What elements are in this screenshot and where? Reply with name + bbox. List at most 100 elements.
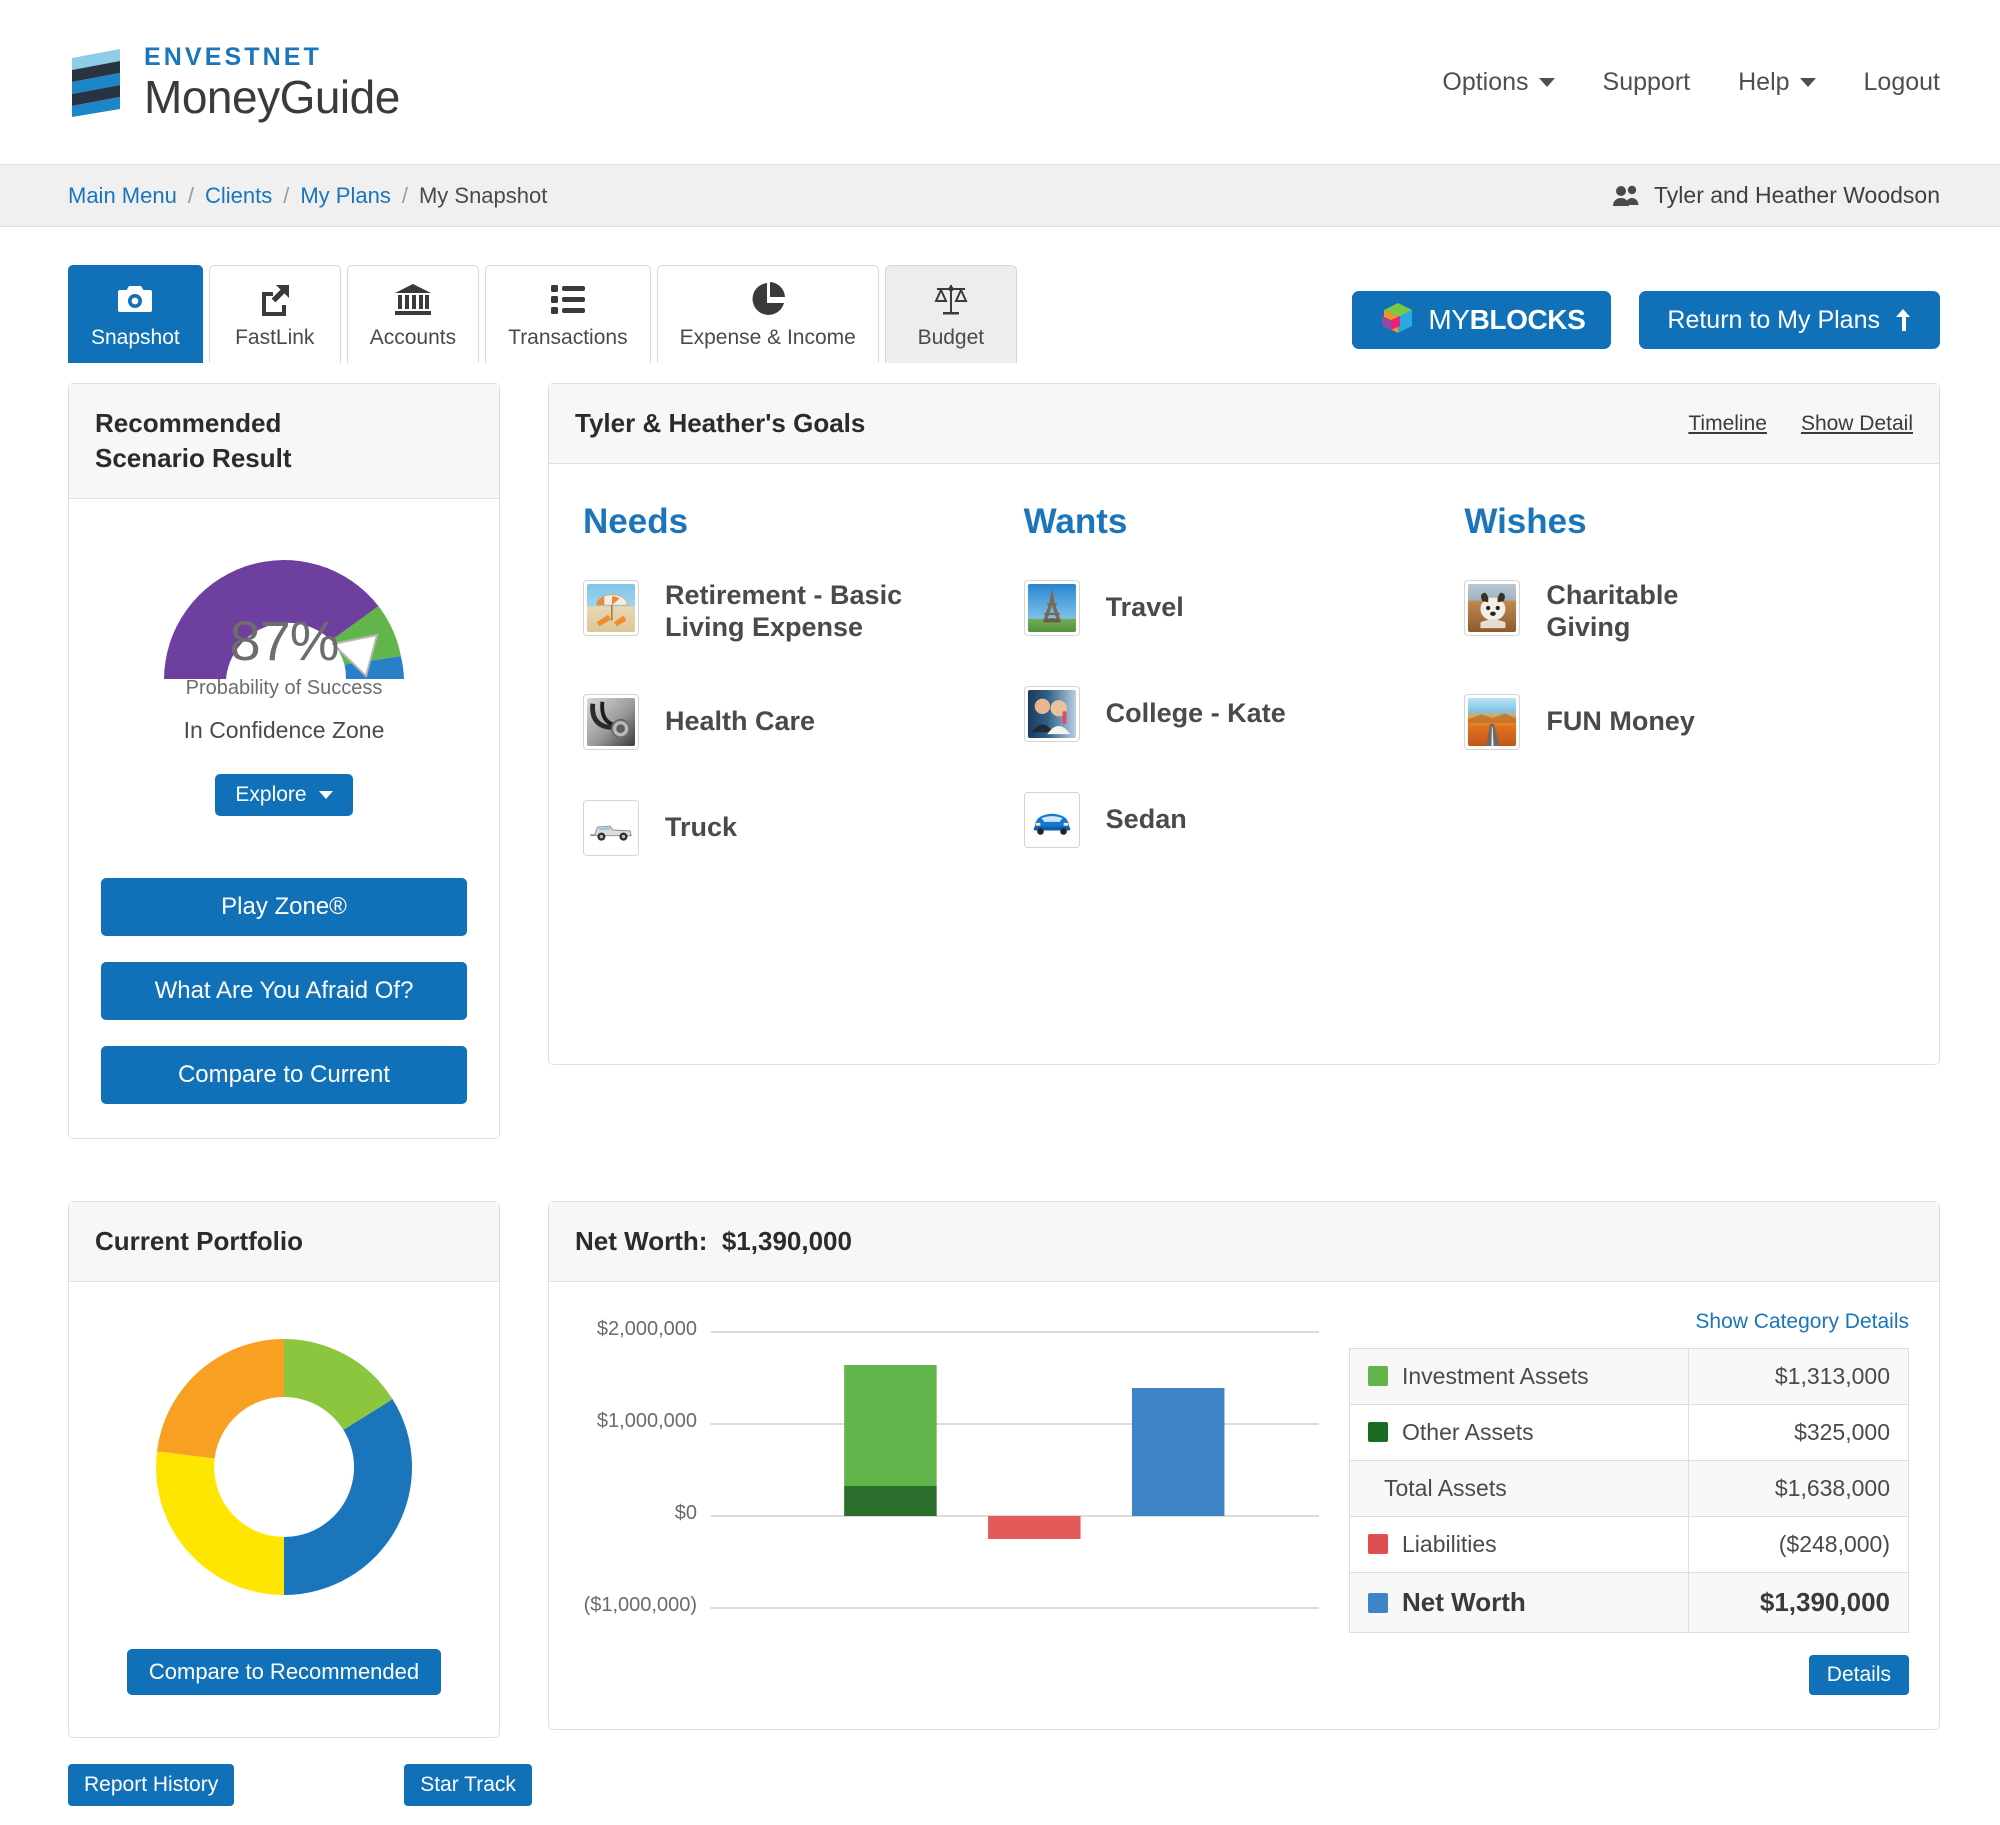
goal-label-charitable-giving: Charitable Giving [1546, 580, 1766, 644]
portfolio-donut-chart [141, 1324, 427, 1610]
show-category-details-link[interactable]: Show Category Details [1349, 1310, 1909, 1334]
client-name-label: Tyler and Heather Woodson [1654, 182, 1940, 209]
chevron-down-icon [1539, 78, 1555, 87]
scenario-panel-header: Recommended Scenario Result [69, 384, 499, 499]
goal-item-sedan[interactable]: Sedan [1024, 792, 1465, 848]
return-button-label: Return to My Plans [1667, 306, 1880, 335]
nav-item-support[interactable]: Support [1603, 68, 1691, 97]
goal-label-health-care: Health Care [665, 706, 815, 738]
pie-chart-icon [751, 280, 785, 318]
show-detail-link[interactable]: Show Detail [1801, 412, 1913, 436]
compare-to-current-button[interactable]: Compare to Current [101, 1046, 467, 1104]
net-worth-panel: Net Worth: $1,390,000 [548, 1201, 1940, 1730]
top-row: Recommended Scenario Result [68, 383, 1940, 1139]
legend-swatch-other-assets [1368, 1422, 1388, 1442]
tab-budget[interactable]: Budget [885, 265, 1017, 363]
breadcrumb: Main Menu / Clients / My Plans / My Snap… [68, 183, 547, 209]
probability-gauge: 87% Probability of Success [134, 529, 434, 697]
goal-item-truck[interactable]: Truck [583, 800, 1024, 856]
breadcrumb-separator: / [283, 183, 289, 209]
breadcrumb-item-clients[interactable]: Clients [205, 183, 272, 209]
play-zone-button[interactable]: Play Zone® [101, 878, 467, 936]
breadcrumb-separator: / [402, 183, 408, 209]
myblocks-label-prefix: MY [1428, 304, 1469, 335]
table-row: Other Assets $325,000 [1350, 1405, 1909, 1461]
row-label-investment-assets: Investment Assets [1350, 1349, 1689, 1405]
net-worth-body: $2,000,000 $1,000,000 $0 ($1,000,000) Sh… [549, 1282, 1939, 1729]
goals-panel-header: Tyler & Heather's Goals Timeline Show De… [549, 384, 1939, 464]
net-worth-panel-header: Net Worth: $1,390,000 [549, 1202, 1939, 1282]
y-axis-tick-1m: $1,000,000 [597, 1410, 697, 1433]
report-history-button[interactable]: Report History [68, 1764, 234, 1806]
row-label-total-assets: Total Assets [1350, 1461, 1689, 1517]
probability-sub-label: Probability of Success [134, 677, 434, 700]
goal-column-heading-wishes: Wishes [1464, 502, 1905, 542]
brand-name: MoneyGuide [144, 74, 400, 120]
tab-expense-income[interactable]: Expense & Income [657, 265, 879, 363]
star-track-button[interactable]: Star Track [404, 1764, 532, 1806]
breadcrumb-item-my-plans[interactable]: My Plans [300, 183, 390, 209]
nav-item-options[interactable]: Options [1442, 68, 1554, 97]
goal-item-fun-money[interactable]: FUN Money [1464, 694, 1905, 750]
goal-label-fun-money: FUN Money [1546, 706, 1695, 738]
tab-snapshot[interactable]: Snapshot [68, 265, 203, 363]
nav-item-help[interactable]: Help [1738, 68, 1815, 97]
row-label-liabilities: Liabilities [1350, 1517, 1689, 1573]
nav-label-logout: Logout [1864, 68, 1940, 97]
details-button[interactable]: Details [1809, 1655, 1909, 1695]
goal-item-travel[interactable]: Travel [1024, 580, 1465, 636]
myblocks-button[interactable]: MYBLOCKS [1352, 291, 1611, 349]
tab-label-snapshot: Snapshot [91, 326, 180, 350]
net-worth-table-area: Show Category Details Investment Assets … [1349, 1310, 1909, 1695]
portfolio-title: Current Portfolio [95, 1224, 303, 1259]
net-worth-title: Net Worth: $1,390,000 [575, 1224, 852, 1259]
row-value-investment-assets: $1,313,000 [1689, 1349, 1909, 1405]
tab-label-expense-income: Expense & Income [680, 326, 856, 350]
compare-to-recommended-button[interactable]: Compare to Recommended [127, 1649, 441, 1695]
goals-panel: Tyler & Heather's Goals Timeline Show De… [548, 383, 1940, 1065]
breadcrumb-item-main-menu[interactable]: Main Menu [68, 183, 177, 209]
nav-label-options: Options [1442, 68, 1528, 97]
y-axis-tick-2m: $2,000,000 [597, 1318, 697, 1341]
row-value-net-worth: $1,390,000 [1689, 1573, 1909, 1633]
tab-label-budget: Budget [918, 326, 985, 350]
explore-button[interactable]: Explore [215, 774, 352, 816]
goals-title: Tyler & Heather's Goals [575, 406, 865, 441]
nav-item-logout[interactable]: Logout [1864, 68, 1940, 97]
goal-column-wants: Wants Trav [1024, 502, 1465, 1012]
timeline-link[interactable]: Timeline [1688, 412, 1767, 436]
goal-item-retirement[interactable]: Retirement - Basic Living Expense [583, 580, 1024, 644]
return-to-my-plans-button[interactable]: Return to My Plans [1639, 291, 1940, 349]
goal-column-heading-needs: Needs [583, 502, 1024, 542]
bank-icon [394, 280, 432, 318]
eiffel-tower-photo-icon [1024, 580, 1080, 636]
tab-transactions[interactable]: Transactions [485, 265, 650, 363]
goal-label-truck: Truck [665, 812, 737, 844]
what-are-you-afraid-of-button[interactable]: What Are You Afraid Of? [101, 962, 467, 1020]
top-navigation: Options Support Help Logout [1442, 68, 1940, 97]
client-name-display[interactable]: Tyler and Heather Woodson [1612, 182, 1940, 209]
scenario-action-buttons: Play Zone® What Are You Afraid Of? Compa… [69, 850, 499, 1138]
breadcrumb-item-my-snapshot: My Snapshot [419, 183, 547, 209]
app-header: ENVESTNET MoneyGuide Options Support Hel… [0, 0, 2000, 165]
tab-accounts[interactable]: Accounts [347, 265, 479, 363]
goals-body: Needs [549, 464, 1939, 1064]
table-row: Investment Assets $1,313,000 [1350, 1349, 1909, 1405]
goal-item-health-care[interactable]: Health Care [583, 694, 1024, 750]
list-icon [551, 280, 585, 318]
row-value-total-assets: $1,638,000 [1689, 1461, 1909, 1517]
net-worth-bar-chart: $2,000,000 $1,000,000 $0 ($1,000,000) [579, 1310, 1319, 1610]
gauge-center-readout: 87% Probability of Success [134, 613, 434, 700]
tab-label-fastlink: FastLink [235, 326, 314, 350]
header-action-buttons: MYBLOCKS Return to My Plans [1352, 291, 1940, 363]
portfolio-body: Compare to Recommended [69, 1282, 499, 1737]
goal-column-wishes: Wishes [1464, 502, 1905, 1012]
main-content: Recommended Scenario Result [0, 363, 2000, 1738]
legend-swatch-net-worth [1368, 1593, 1388, 1613]
tab-fastlink[interactable]: FastLink [209, 265, 341, 363]
goal-item-charitable-giving[interactable]: Charitable Giving [1464, 580, 1905, 644]
goal-item-college-kate[interactable]: College - Kate [1024, 686, 1465, 742]
blocks-cube-icon [1378, 301, 1418, 339]
current-portfolio-panel: Current Portfolio Compa [68, 1201, 500, 1738]
goal-column-heading-wants: Wants [1024, 502, 1465, 542]
